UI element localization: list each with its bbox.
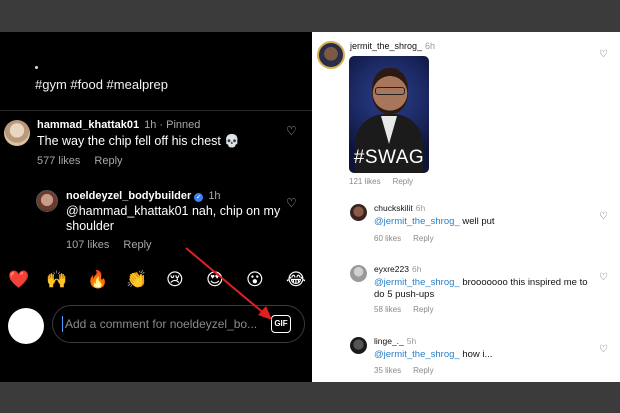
comment-body: how i... bbox=[459, 349, 493, 360]
comment-username[interactable]: hammad_khattak01 bbox=[37, 119, 139, 131]
photo-caption: #SWAG bbox=[353, 147, 425, 168]
mention-link[interactable]: @jermit_the_shrog_ bbox=[374, 349, 460, 360]
verified-badge-icon: ✓ bbox=[194, 193, 204, 202]
reply-username[interactable]: noeldeyzel_bodybuilder bbox=[66, 190, 191, 202]
comment-time: 5h bbox=[406, 336, 417, 346]
comment-header: chuckskilit 6h bbox=[374, 203, 425, 213]
heart-icon[interactable]: ♡ bbox=[599, 50, 609, 60]
likes-count[interactable]: 121 likes bbox=[349, 177, 381, 186]
dark-comments-panel: #gym #food #mealprep hammad_khattak01 1h … bbox=[0, 32, 312, 382]
avatar[interactable] bbox=[4, 120, 30, 146]
avatar[interactable] bbox=[350, 337, 367, 354]
likes-count[interactable]: 35 likes bbox=[374, 366, 401, 375]
comment-actions: 58 likes Reply bbox=[374, 305, 434, 314]
likes-count[interactable]: 58 likes bbox=[374, 305, 401, 314]
bottom-letterbox bbox=[0, 382, 620, 413]
comment-actions: 577 likes Reply bbox=[37, 155, 123, 167]
gif-button[interactable]: GIF bbox=[271, 315, 291, 333]
comment-username[interactable]: chuckskilit bbox=[374, 203, 413, 213]
reply-text: @hammad_khattak01 nah, chip on my should… bbox=[66, 204, 281, 233]
reply-button[interactable]: Reply bbox=[123, 239, 151, 251]
light-comments-panel: jermit_the_shrog_ 6h ♡ #SWAG 121 likes Rep… bbox=[312, 32, 620, 382]
emoji-crying[interactable]: 😢 bbox=[166, 268, 184, 292]
comment-time: 6h bbox=[415, 203, 426, 213]
screenshot-frame: #gym #food #mealprep hammad_khattak01 1h … bbox=[0, 0, 620, 413]
likes-count[interactable]: 577 likes bbox=[37, 155, 80, 167]
emoji-heart[interactable]: ❤️ bbox=[8, 268, 29, 292]
likes-count[interactable]: 60 likes bbox=[374, 234, 401, 243]
comment-text: @jermit_the_shrog_ well put bbox=[374, 216, 594, 228]
emoji-laughing[interactable]: 😂 bbox=[286, 268, 306, 292]
avatar[interactable] bbox=[350, 265, 367, 282]
comment-actions: 35 likes Reply bbox=[374, 366, 434, 375]
reply-header: noeldeyzel_bodybuilder ✓ 1h bbox=[66, 190, 221, 202]
divider bbox=[0, 110, 312, 111]
heart-icon[interactable]: ♡ bbox=[599, 345, 609, 355]
comment-body: well put bbox=[459, 216, 495, 227]
comment-text: The way the chip fell off his chest 💀 bbox=[37, 134, 240, 148]
photo-glasses bbox=[375, 87, 405, 95]
heart-icon[interactable]: ♡ bbox=[599, 273, 609, 283]
comment-header: linge_._ 5h bbox=[374, 336, 416, 346]
heart-icon[interactable]: ♡ bbox=[599, 212, 609, 222]
caption-dot bbox=[35, 66, 38, 69]
comment-header: eyxre223 6h bbox=[374, 264, 421, 274]
post-time: 6h bbox=[425, 41, 436, 51]
comment-time: 6h bbox=[411, 264, 422, 274]
reply-button[interactable]: Reply bbox=[393, 177, 413, 186]
heart-icon[interactable]: ♡ bbox=[286, 125, 298, 137]
post-actions: 121 likes Reply bbox=[349, 177, 413, 186]
comment-username[interactable]: linge_._ bbox=[374, 336, 404, 346]
post-header: jermit_the_shrog_ 6h bbox=[350, 41, 435, 51]
post-hashtags: #gym #food #mealprep bbox=[35, 77, 168, 92]
reply-actions: 107 likes Reply bbox=[66, 239, 152, 251]
top-letterbox bbox=[0, 0, 620, 32]
mention-link[interactable]: @jermit_the_shrog_ bbox=[374, 216, 460, 227]
reply-button[interactable]: Reply bbox=[413, 305, 433, 314]
avatar[interactable] bbox=[36, 190, 58, 212]
reply-button[interactable]: Reply bbox=[413, 234, 433, 243]
emoji-fire[interactable]: 🔥 bbox=[87, 268, 108, 292]
heart-icon[interactable]: ♡ bbox=[286, 197, 298, 209]
reply-button[interactable]: Reply bbox=[413, 366, 433, 375]
reply-time: 1h bbox=[208, 190, 221, 202]
emoji-heart-eyes[interactable]: 😍 bbox=[206, 268, 224, 292]
likes-count[interactable]: 107 likes bbox=[66, 239, 109, 251]
comment-text: @jermit_the_shrog_ brooooooo this inspir… bbox=[374, 277, 594, 301]
comment-header: hammad_khattak01 1h · Pinned bbox=[37, 119, 200, 131]
comment-composer: GIF bbox=[52, 305, 305, 343]
post-username[interactable]: jermit_the_shrog_ bbox=[350, 41, 422, 51]
avatar[interactable] bbox=[317, 41, 345, 69]
emoji-clap[interactable]: 👏 bbox=[126, 268, 147, 292]
comment-actions: 60 likes Reply bbox=[374, 234, 434, 243]
comment-username[interactable]: eyxre223 bbox=[374, 264, 409, 274]
swag-photo: #SWAG bbox=[349, 56, 429, 173]
comment-text: @jermit_the_shrog_ how i... bbox=[374, 349, 594, 361]
current-user-avatar bbox=[8, 308, 44, 344]
reply-button[interactable]: Reply bbox=[94, 155, 122, 167]
emoji-surprised[interactable]: 😮 bbox=[246, 268, 264, 292]
mention-link[interactable]: @jermit_the_shrog_ bbox=[374, 277, 460, 288]
comment-input[interactable] bbox=[62, 316, 262, 332]
emoji-reaction-bar: ❤️ 🙌 🔥 👏 😢 😍 😮 😂 bbox=[0, 268, 312, 292]
comment-meta: 1h · Pinned bbox=[144, 119, 201, 131]
avatar[interactable] bbox=[350, 204, 367, 221]
emoji-raised-hands[interactable]: 🙌 bbox=[46, 268, 67, 292]
